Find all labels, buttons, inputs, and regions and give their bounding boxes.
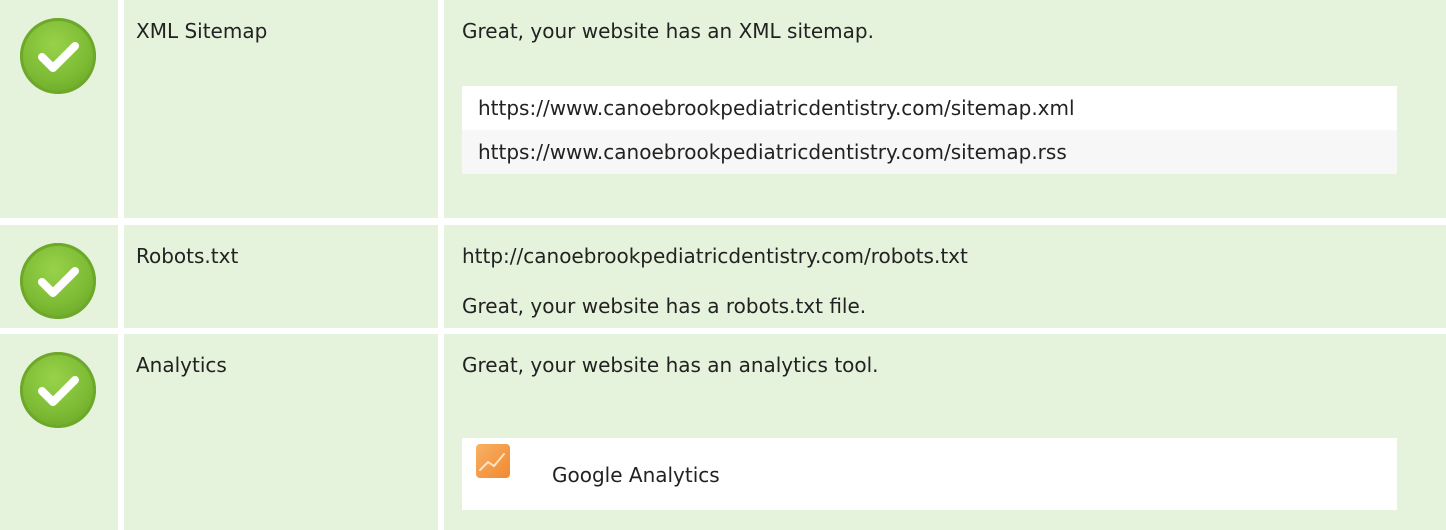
check-row-analytics: Analytics Great, your website has an ana… bbox=[0, 334, 1446, 530]
result-message: Great, your website has an XML sitemap. bbox=[462, 19, 874, 43]
check-name-label: Robots.txt bbox=[136, 244, 239, 268]
robots-url[interactable]: http://canoebrookpediatricdentistry.com/… bbox=[462, 244, 968, 268]
check-name-cell: Analytics bbox=[124, 334, 438, 530]
check-circle-icon bbox=[20, 18, 96, 94]
check-result-cell: Great, your website has an analytics too… bbox=[444, 334, 1446, 530]
status-cell bbox=[0, 0, 118, 218]
check-circle-icon bbox=[20, 352, 96, 428]
check-result-cell: Great, your website has an XML sitemap. … bbox=[444, 0, 1446, 218]
check-name-label: XML Sitemap bbox=[136, 19, 268, 43]
check-name-cell: XML Sitemap bbox=[124, 0, 438, 218]
result-message: Great, your website has an analytics too… bbox=[462, 353, 879, 377]
check-name-label: Analytics bbox=[136, 353, 227, 377]
analytics-tool-label: Google Analytics bbox=[552, 463, 720, 487]
sitemap-url-item[interactable]: https://www.canoebrookpediatricdentistry… bbox=[462, 130, 1397, 174]
analytics-tool-item: Google Analytics bbox=[462, 438, 1397, 510]
sitemap-url-list: https://www.canoebrookpediatricdentistry… bbox=[462, 86, 1397, 174]
check-result-cell: http://canoebrookpediatricdentistry.com/… bbox=[444, 225, 1446, 328]
status-cell bbox=[0, 334, 118, 530]
sitemap-url-item[interactable]: https://www.canoebrookpediatricdentistry… bbox=[462, 86, 1397, 130]
result-message: Great, your website has a robots.txt fil… bbox=[462, 294, 867, 318]
check-name-cell: Robots.txt bbox=[124, 225, 438, 328]
check-row-robots: Robots.txt http://canoebrookpediatricden… bbox=[0, 225, 1446, 328]
google-analytics-icon bbox=[476, 444, 510, 478]
check-row-xml-sitemap: XML Sitemap Great, your website has an X… bbox=[0, 0, 1446, 218]
status-cell bbox=[0, 225, 118, 328]
check-circle-icon bbox=[20, 243, 96, 319]
